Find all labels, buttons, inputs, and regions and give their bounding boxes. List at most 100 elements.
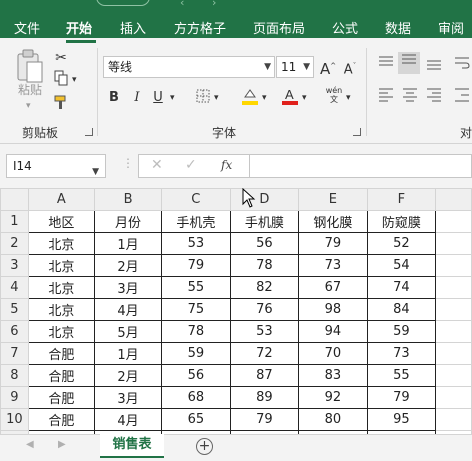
table-cell[interactable]: 1月 [93, 232, 163, 255]
table-cell[interactable] [435, 254, 472, 277]
table-cell[interactable]: 手机壳 [161, 210, 231, 233]
table-cell[interactable]: 52 [366, 232, 437, 255]
table-cell[interactable] [435, 342, 472, 365]
table-cell[interactable]: 70 [298, 342, 368, 365]
borders-dropdown-icon[interactable]: ▾ [214, 88, 219, 108]
table-cell[interactable]: 53 [161, 232, 231, 255]
table-cell[interactable]: 钢化膜 [298, 210, 368, 233]
table-cell[interactable]: 56 [229, 232, 300, 255]
tab-data[interactable]: 数据 [385, 18, 411, 37]
shrink-font-button[interactable]: Aˇ [342, 56, 358, 80]
table-cell[interactable]: 55 [161, 276, 231, 299]
table-cell[interactable]: 73 [298, 254, 368, 277]
grow-font-button[interactable]: A^ [320, 56, 336, 79]
title-search-pill[interactable] [96, 0, 150, 6]
table-cell[interactable] [435, 386, 472, 409]
table-cell[interactable]: 80 [298, 408, 368, 431]
underline-button[interactable]: U [150, 88, 166, 108]
table-cell[interactable]: 78 [229, 254, 300, 277]
fill-color-icon[interactable] [240, 86, 260, 113]
table-cell[interactable]: 合肥 [27, 342, 95, 365]
tab-file[interactable]: 文件 [14, 18, 40, 37]
paste-dropdown-icon[interactable]: ▾ [26, 96, 31, 116]
tab-review[interactable]: 审阅 [438, 18, 464, 37]
confirm-entry-icon[interactable]: ✓ [185, 157, 197, 173]
font-size-select[interactable]: 11 ▼ [276, 56, 314, 78]
table-cell[interactable]: 4月 [93, 298, 163, 321]
format-painter-icon[interactable] [52, 94, 70, 117]
next-sheet-icon[interactable]: ▶ [58, 439, 66, 450]
table-cell[interactable]: 59 [366, 320, 437, 343]
tab-insert[interactable]: 插入 [120, 18, 146, 37]
table-cell[interactable]: 79 [229, 408, 300, 431]
cut-icon[interactable]: ✂ [52, 48, 70, 68]
table-cell[interactable]: 75 [161, 298, 231, 321]
table-cell[interactable] [435, 210, 472, 233]
table-cell[interactable]: 地区 [27, 210, 95, 233]
table-cell[interactable]: 98 [298, 298, 368, 321]
table-cell[interactable]: 76 [229, 298, 300, 321]
table-cell[interactable]: 3月 [93, 386, 163, 409]
table-cell[interactable]: 防窥膜 [366, 210, 437, 233]
row-header[interactable]: 5 [0, 298, 29, 321]
tab-fangfang[interactable]: 方方格子 [174, 18, 226, 37]
table-cell[interactable]: 北京 [27, 232, 95, 255]
row-header[interactable]: 9 [0, 386, 29, 409]
font-color-dropdown-icon[interactable]: ▾ [302, 88, 307, 108]
copy-dropdown-icon[interactable]: ▾ [72, 70, 77, 90]
wrap-text-icon[interactable] [452, 56, 472, 77]
column-header[interactable]: B [93, 188, 163, 211]
row-header[interactable]: 4 [0, 276, 29, 299]
table-cell[interactable]: 83 [298, 364, 368, 387]
table-cell[interactable]: 79 [298, 232, 368, 255]
name-box[interactable]: I14 ▼ [6, 154, 106, 178]
table-cell[interactable]: 79 [161, 254, 231, 277]
bold-button[interactable]: B [106, 88, 122, 108]
table-cell[interactable]: 78 [161, 320, 231, 343]
add-sheet-button[interactable]: + [196, 438, 213, 455]
table-cell[interactable]: 3月 [93, 276, 163, 299]
indent-icon[interactable] [452, 88, 472, 109]
row-header[interactable]: 8 [0, 364, 29, 387]
font-launcher-icon[interactable] [353, 128, 361, 136]
copy-icon[interactable] [52, 70, 70, 93]
row-header[interactable]: 3 [0, 254, 29, 277]
table-cell[interactable]: 82 [229, 276, 300, 299]
table-cell[interactable]: 北京 [27, 254, 95, 277]
table-cell[interactable]: 89 [229, 386, 300, 409]
column-header[interactable]: E [298, 188, 368, 211]
cancel-entry-icon[interactable]: ✕ [151, 157, 163, 173]
table-cell[interactable]: 72 [229, 342, 300, 365]
formula-bar-grip-icon[interactable]: ⋮ [122, 156, 134, 170]
phonetic-dropdown-icon[interactable]: ▾ [346, 88, 351, 108]
table-cell[interactable]: 北京 [27, 320, 95, 343]
table-cell[interactable]: 73 [366, 342, 437, 365]
sheet-tab-active[interactable]: 销售表 [100, 434, 164, 458]
table-cell[interactable]: 68 [161, 386, 231, 409]
table-cell[interactable]: 94 [298, 320, 368, 343]
row-header[interactable]: 6 [0, 320, 29, 343]
table-cell[interactable]: 67 [298, 276, 368, 299]
fill-color-dropdown-icon[interactable]: ▾ [262, 88, 267, 108]
row-header[interactable]: 7 [0, 342, 29, 365]
insert-function-icon[interactable]: fx [221, 158, 232, 172]
font-color-icon[interactable]: A [280, 86, 300, 113]
font-name-select[interactable]: 等线 ▼ [103, 56, 275, 78]
table-cell[interactable] [435, 408, 472, 431]
table-cell[interactable]: 92 [298, 386, 368, 409]
align-middle-icon[interactable] [398, 52, 420, 74]
table-cell[interactable]: 1月 [93, 342, 163, 365]
table-cell[interactable]: 56 [161, 364, 231, 387]
table-cell[interactable]: 2月 [93, 254, 163, 277]
column-header[interactable]: F [366, 188, 437, 211]
borders-icon[interactable] [194, 88, 212, 111]
table-cell[interactable] [435, 276, 472, 299]
table-cell[interactable] [435, 232, 472, 255]
row-header[interactable]: 2 [0, 232, 29, 255]
tab-page-layout[interactable]: 页面布局 [253, 18, 305, 37]
table-cell[interactable] [435, 364, 472, 387]
select-all-corner[interactable] [0, 188, 29, 211]
table-cell[interactable] [435, 298, 472, 321]
prev-sheet-icon[interactable]: ◀ [26, 439, 34, 450]
table-cell[interactable]: 5月 [93, 320, 163, 343]
